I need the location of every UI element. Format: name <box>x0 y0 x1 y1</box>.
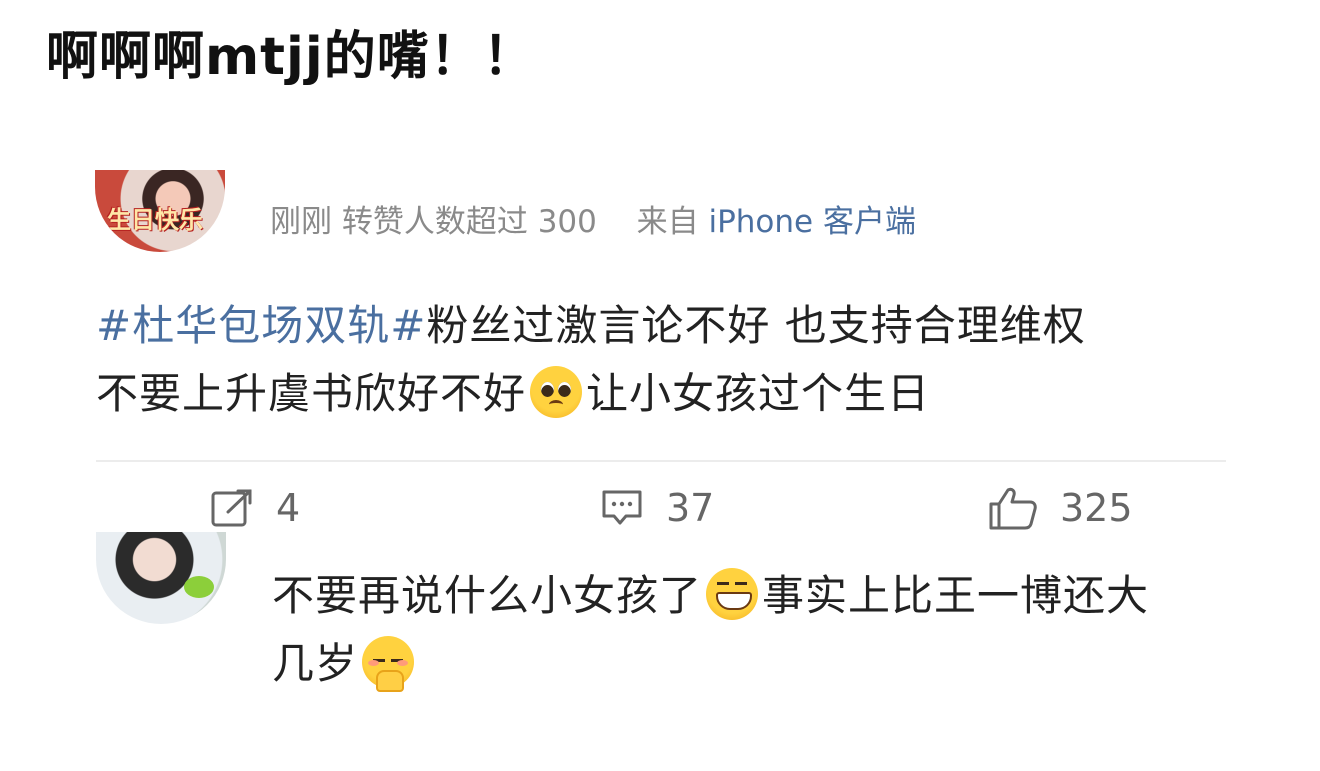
hashtag-link[interactable]: #杜华包场双轨# <box>96 301 426 350</box>
like-button[interactable]: 325 <box>988 486 1133 530</box>
repost-button[interactable]: 4 <box>210 486 300 530</box>
weibo-post-screenshot: 生日快乐 刚刚 转赞人数超过 300 来自 iPhone 客户端 #杜华包场双轨… <box>0 140 1320 771</box>
reply-comment: 不要再说什么小女孩了 事实上比王一博还大 几岁 <box>0 532 1320 771</box>
grinning-face-emoji <box>706 568 759 620</box>
share-icon <box>211 489 252 527</box>
avatar-decoration <box>184 576 214 598</box>
repost-count: 4 <box>276 486 301 530</box>
reply-text-b: 事实上比王一博还大 <box>762 571 1150 620</box>
avatar-caption: 生日快乐 <box>107 206 203 234</box>
post-text-line-2a: 不要上升虞书欣好不好 <box>96 369 527 418</box>
post-repost-stat: 转赞人数超过 300 <box>341 204 597 240</box>
post-time: 刚刚 <box>270 204 332 240</box>
post-source-client[interactable]: iPhone 客户端 <box>708 204 916 240</box>
post-divider <box>96 460 1226 462</box>
reply-text-a: 不要再说什么小女孩了 <box>272 571 703 620</box>
post-action-bar: 4 37 325 <box>0 486 1320 536</box>
shy-face-emoji <box>362 636 415 692</box>
comment-count: 37 <box>666 486 715 530</box>
like-count: 325 <box>1060 486 1133 530</box>
post-author-avatar[interactable]: 生日快乐 <box>95 170 225 252</box>
comment-icon <box>602 490 642 525</box>
post-author-name-cropped <box>270 146 360 160</box>
overlay-caption: 啊啊啊mtjj的嘴！！ <box>46 27 536 87</box>
pleading-face-emoji <box>530 366 583 418</box>
reply-text-c: 几岁 <box>272 639 359 688</box>
reply-author-name-cropped <box>272 532 442 546</box>
reply-text: 不要再说什么小女孩了 事实上比王一博还大 几岁 <box>272 562 1262 698</box>
comment-button[interactable]: 37 <box>600 486 714 530</box>
post-meta: 刚刚 转赞人数超过 300 来自 iPhone 客户端 <box>270 204 916 241</box>
reply-author-avatar[interactable] <box>96 532 226 624</box>
post-text-line-1: 粉丝过激言论不好 也支持合理维权 <box>426 301 1086 350</box>
post-source-label: 来自 <box>636 204 699 240</box>
post-text-line-2b: 让小女孩过个生日 <box>586 369 931 418</box>
post-body: #杜华包场双轨#粉丝过激言论不好 也支持合理维权 不要上升虞书欣好不好 让小女孩过… <box>96 292 1236 428</box>
thumbs-up-icon <box>989 487 1037 530</box>
